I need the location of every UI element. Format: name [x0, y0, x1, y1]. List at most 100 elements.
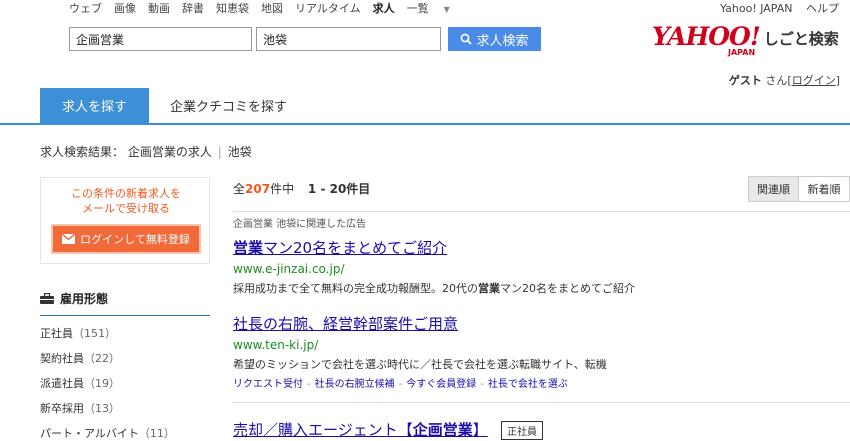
ad-label: 企画営業 池袋に関連した広告: [233, 219, 367, 230]
job-title-text: 】: [472, 421, 488, 439]
filter-label: パート・アルバイト: [40, 427, 139, 440]
filter-shinsotsu[interactable]: 新卒採用（13）: [40, 400, 175, 425]
filter-label: 派遣社員: [40, 377, 84, 390]
total-prefix: 全: [233, 182, 246, 196]
ad-title-bold: 営業: [233, 239, 264, 257]
filter-haken[interactable]: 派遣社員（19）: [40, 375, 175, 400]
result-count: 全207件中 1 - 20件目: [233, 180, 370, 197]
job-alert-line2: メールで受け取る: [82, 202, 170, 215]
sort-newest-button[interactable]: 新着順: [799, 177, 849, 201]
user-status: ゲスト さん[ログイン]: [729, 72, 840, 88]
nav-jobs[interactable]: 求人: [373, 0, 395, 15]
user-suffix: さん: [765, 74, 788, 87]
japan-wordmark: JAPAN: [728, 48, 756, 57]
employment-type-badge: 正社員: [501, 421, 543, 440]
sitelink-separator: -: [480, 379, 484, 390]
ad-sitelinks: リクエスト受付 - 社長の右腕立候補 - 今すぐ会員登録 - 社長で会社を選ぶ: [233, 375, 833, 390]
sitelink[interactable]: 社長で会社を選ぶ: [488, 379, 568, 390]
ad-desc-bold: 営業: [478, 282, 500, 295]
filter-count: （19）: [84, 377, 120, 390]
nav-more[interactable]: 一覧 ▼: [406, 0, 462, 15]
login-bracket-close: ]: [835, 74, 840, 87]
sitelink[interactable]: 今すぐ会員登録: [406, 379, 476, 390]
ad-title-link[interactable]: 営業マン20名をまとめてご紹介: [233, 237, 833, 258]
sitelink[interactable]: リクエスト受付: [233, 379, 303, 390]
sitelink[interactable]: 社長の右腕立候補: [315, 379, 395, 390]
caret-down-icon: ▼: [443, 5, 450, 14]
help-link[interactable]: ヘルプ: [806, 2, 839, 15]
job-title-link[interactable]: 売却／購入エージェント【企画営業】: [233, 419, 488, 440]
filter-part-time[interactable]: パート・アルバイト（11）: [40, 425, 175, 441]
filter-count: （11）: [138, 427, 175, 440]
filter-label: 契約社員: [40, 352, 84, 365]
employment-type-list: 正社員（151） 契約社員（22） 派遣社員（19） 新卒採用（13） パート・…: [40, 325, 175, 441]
sitelink-separator: -: [398, 379, 403, 390]
login-link[interactable]: ログイン: [792, 74, 836, 87]
ad-title-link[interactable]: 社長の右腕、経営幹部案件ご用意: [233, 313, 833, 334]
breadcrumb: 求人検索結果： 企画営業の求人 | 池袋: [40, 143, 252, 160]
ad-item: 社長の右腕、経営幹部案件ご用意 www.ten-ki.jp/ 希望のミッションで…: [233, 313, 833, 390]
ad-desc-text: 採用成功まで全て無料の完全成功報酬型。20代の: [233, 282, 478, 295]
ad-title-rest: マン20名をまとめてご紹介: [263, 239, 448, 257]
filter-count: （151）: [73, 327, 116, 340]
service-nav: ウェブ 画像 動画 辞書 知恵袋 地図 リアルタイム 求人 一覧 ▼: [69, 0, 474, 15]
breadcrumb-query: 企画営業の求人: [127, 145, 212, 159]
breadcrumb-location: 池袋: [227, 145, 252, 159]
breadcrumb-separator: |: [217, 145, 222, 159]
sort-toggle: 関連順 新着順: [748, 176, 850, 202]
total-count: 207: [245, 182, 271, 196]
ad-description: 希望のミッションで会社を選ぶ時代に／社長で会社を選ぶ転職サイト、転機: [233, 358, 607, 371]
employment-type-label: 雇用形態: [60, 292, 109, 306]
ad-item: 営業マン20名をまとめてご紹介 www.e-jinzai.co.jp/ 採用成功…: [233, 237, 833, 296]
filter-count: （13）: [84, 402, 120, 415]
ad-url[interactable]: www.e-jinzai.co.jp/: [233, 262, 833, 276]
nav-more-label: 一覧: [406, 2, 429, 15]
job-alert-text: この条件の新着求人を メールで受け取る: [41, 186, 211, 216]
main-tabs: 求人を探す 企業クチコミを探す: [0, 88, 850, 125]
yahoo-japan-link[interactable]: Yahoo! JAPAN: [720, 2, 793, 15]
top-links: Yahoo! JAPAN ヘルプ: [710, 0, 839, 16]
nav-images[interactable]: 画像: [114, 0, 136, 15]
job-alert-line1: この条件の新着求人を: [71, 187, 181, 200]
ad-desc-text: マン20名をまとめてご紹介: [500, 282, 635, 295]
ad-url[interactable]: www.ten-ki.jp/: [233, 338, 833, 352]
mail-icon: [62, 234, 76, 244]
keyword-input[interactable]: [69, 27, 252, 51]
sitelink-separator: -: [307, 379, 311, 390]
filter-label: 正社員: [40, 327, 73, 340]
login-register-button[interactable]: ログインして無料登録: [51, 224, 201, 254]
breadcrumb-label: 求人検索結果：: [40, 145, 125, 159]
nav-video[interactable]: 動画: [148, 0, 170, 15]
nav-chiebukuro[interactable]: 知恵袋: [216, 0, 249, 15]
total-suffix: 件中: [270, 182, 295, 196]
filter-label: 新卒採用: [40, 402, 84, 415]
result-range: 1 - 20件目: [307, 182, 371, 196]
location-input[interactable]: [256, 27, 441, 51]
tab-company-reviews[interactable]: 企業クチコミを探す: [170, 88, 287, 123]
nav-map[interactable]: 地図: [261, 0, 283, 15]
tab-find-jobs[interactable]: 求人を探す: [40, 88, 149, 123]
search-icon: [461, 33, 473, 45]
ad-description: 採用成功まで全て無料の完全成功報酬型。20代の営業マン20名をまとめてご紹介: [233, 280, 833, 296]
job-title-text: 売却／購入エージェント【: [233, 421, 413, 439]
yahoo-shigoto-logo[interactable]: YAHOO! JAPAN しごと検索: [652, 22, 839, 58]
filter-seishain[interactable]: 正社員（151）: [40, 325, 175, 350]
user-name: ゲスト: [728, 74, 762, 87]
divider: [233, 211, 850, 212]
sort-relevance-button[interactable]: 関連順: [749, 177, 799, 201]
yahoo-wordmark: YAHOO!: [652, 22, 761, 51]
filter-keiyaku[interactable]: 契約社員（22）: [40, 350, 175, 375]
login-register-label: ログインして無料登録: [80, 233, 190, 246]
nav-dictionary[interactable]: 辞書: [182, 0, 204, 15]
filter-count: （22）: [84, 352, 120, 365]
job-title-bold: 企画営業: [412, 421, 473, 439]
job-alert-box: この条件の新着求人を メールで受け取る ログインして無料登録: [40, 177, 210, 264]
employment-type-heading: 雇用形態: [40, 290, 210, 316]
nav-realtime[interactable]: リアルタイム: [295, 0, 361, 15]
nav-web[interactable]: ウェブ: [69, 0, 102, 15]
search-button[interactable]: 求人検索: [448, 27, 541, 51]
divider: [233, 402, 850, 403]
service-name: しごと検索: [763, 30, 839, 48]
search-button-label: 求人検索: [476, 33, 529, 49]
briefcase-icon: [40, 293, 54, 304]
